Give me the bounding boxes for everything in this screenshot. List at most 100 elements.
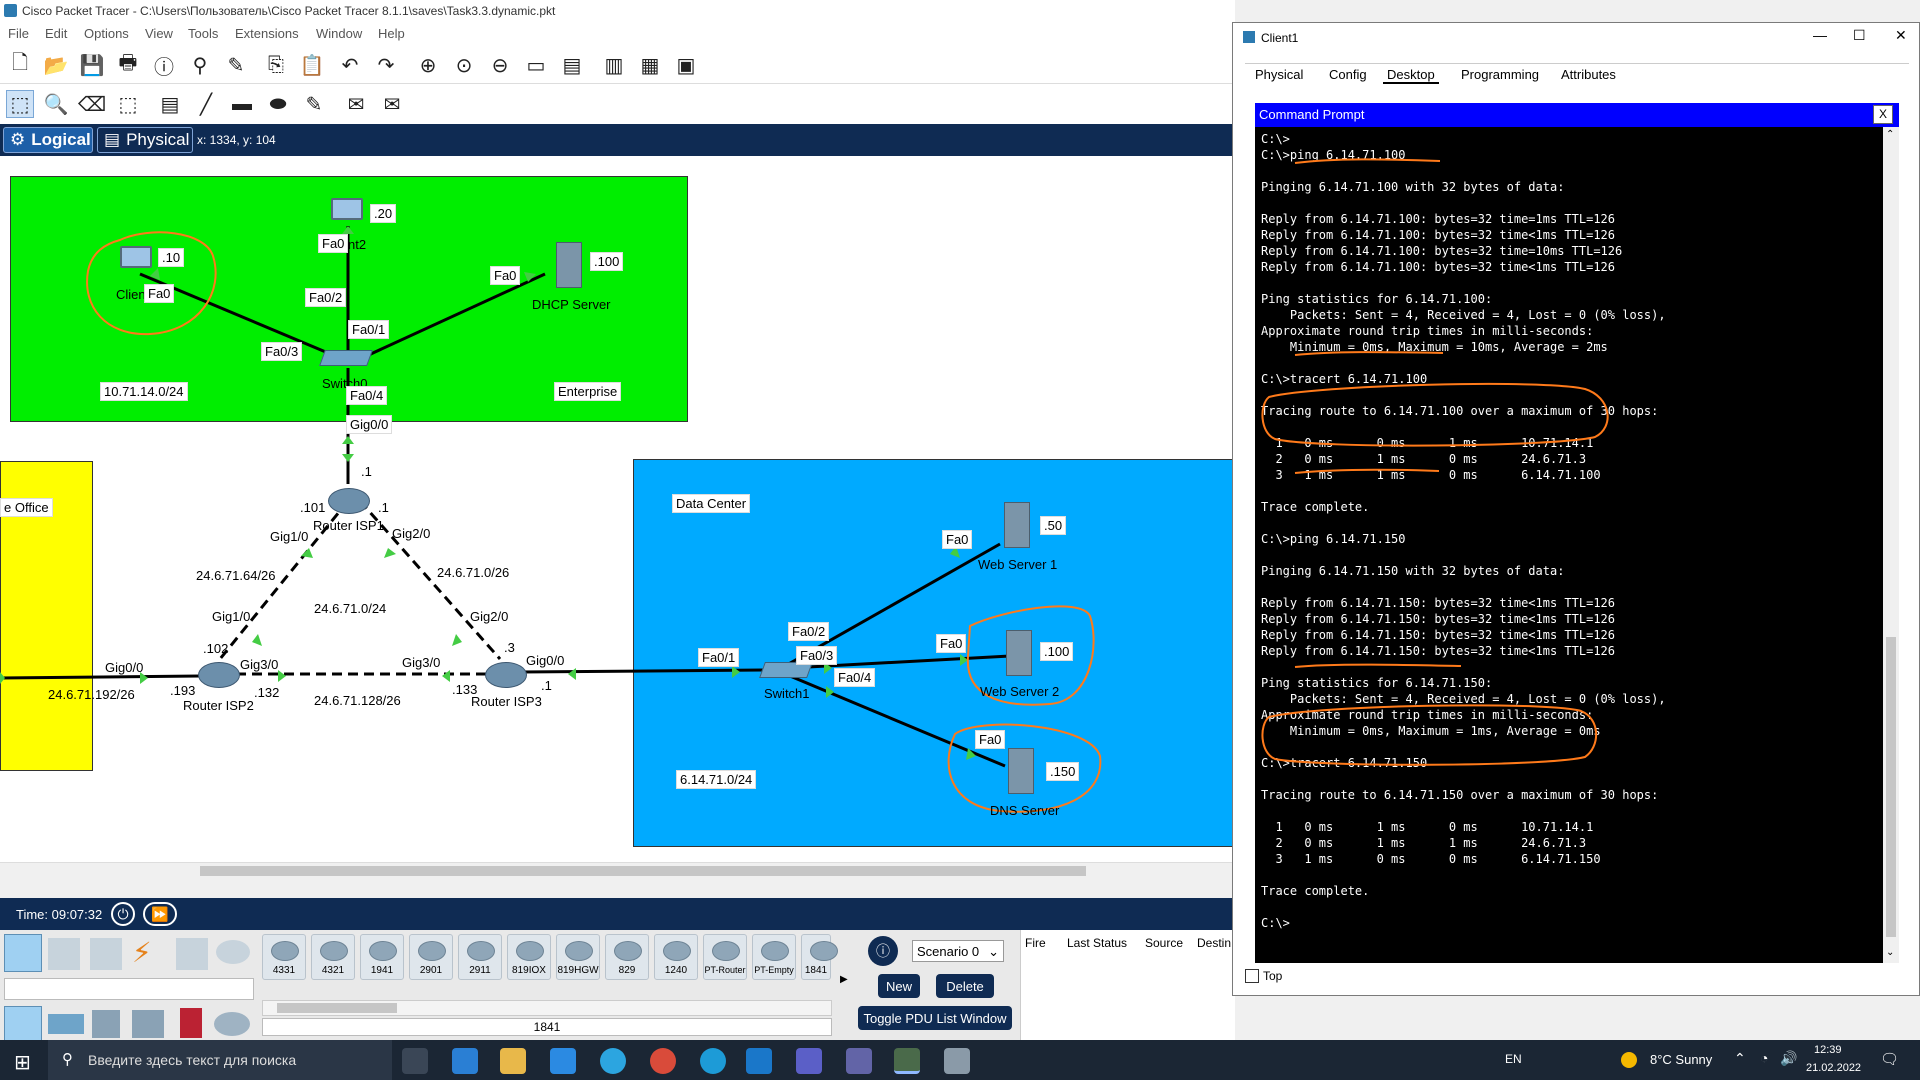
menu-help[interactable]: Help: [378, 26, 405, 41]
teams-alt-icon[interactable]: [846, 1048, 872, 1074]
client2-pc-icon[interactable]: [331, 198, 363, 220]
web-server1-icon[interactable]: [1004, 502, 1030, 548]
delete-scenario-button[interactable]: Delete: [936, 974, 994, 998]
device-2901[interactable]: 2901: [409, 934, 453, 980]
skype-icon[interactable]: [700, 1048, 726, 1074]
open-folder-icon[interactable]: 📂: [42, 51, 70, 79]
freeform-icon[interactable]: ✎: [300, 90, 328, 118]
notifications-icon[interactable]: 🗨: [1880, 1050, 1899, 1068]
device-pt-empty[interactable]: PT-Empty: [752, 934, 796, 980]
tab-programming[interactable]: Programming: [1461, 67, 1539, 82]
device-4331[interactable]: 4331: [262, 934, 306, 980]
device-829[interactable]: 829: [605, 934, 649, 980]
menu-extensions[interactable]: Extensions: [235, 26, 299, 41]
panel-toggle-arrow-icon[interactable]: ▶: [840, 974, 848, 985]
server-icon[interactable]: ▦: [636, 51, 664, 79]
network-tray-icon[interactable]: ◔: [1760, 1050, 1768, 1066]
scenario-select[interactable]: Scenario 0 ⌄: [912, 940, 1004, 962]
logical-workspace[interactable]: .10 Clien Fa0 .20 Fa0 nt2 .100 Fa0 DHCP …: [0, 156, 1235, 878]
category-multiuser-icon[interactable]: [216, 940, 250, 964]
device-1240[interactable]: 1240: [654, 934, 698, 980]
device-4321[interactable]: 4321: [311, 934, 355, 980]
complex-pdu-icon[interactable]: ✉: [378, 90, 406, 118]
menu-edit[interactable]: Edit: [45, 26, 67, 41]
document-icon[interactable]: ▥: [600, 51, 628, 79]
router-isp3-icon[interactable]: [485, 662, 527, 688]
tray-chevron-icon[interactable]: ⌃: [1734, 1050, 1746, 1067]
router-isp2-icon[interactable]: [198, 662, 240, 688]
subcategory-wireless-icon[interactable]: [132, 1010, 164, 1038]
minimize-icon[interactable]: —: [1813, 27, 1827, 43]
menu-options[interactable]: Options: [84, 26, 129, 41]
save-icon[interactable]: 💾: [78, 51, 106, 79]
scroll-up-icon[interactable]: ⌃: [1886, 129, 1894, 140]
command-prompt-close-button[interactable]: X: [1873, 105, 1893, 124]
print-icon[interactable]: 🖶: [114, 51, 142, 79]
menu-window[interactable]: Window: [316, 26, 362, 41]
paint-icon[interactable]: [944, 1048, 970, 1074]
subcategory-wan-emulation-icon[interactable]: [214, 1012, 250, 1036]
new-file-icon[interactable]: 🗋: [6, 51, 34, 79]
select-icon[interactable]: ⬚: [6, 90, 34, 118]
tab-desktop[interactable]: Desktop: [1383, 67, 1439, 84]
clock-time[interactable]: 12:39: [1814, 1044, 1842, 1056]
device-pt-router[interactable]: PT-Router: [703, 934, 747, 980]
paste-icon[interactable]: 📋: [298, 51, 326, 79]
switch0-icon[interactable]: [319, 350, 373, 366]
category-network-devices-icon[interactable]: [4, 934, 42, 972]
router-isp1-icon[interactable]: [328, 488, 370, 514]
chrome-icon[interactable]: [650, 1048, 676, 1074]
clock-date[interactable]: 21.02.2022: [1806, 1062, 1861, 1074]
client1-pc-icon[interactable]: [120, 246, 152, 268]
toggle-pdu-list-button[interactable]: Toggle PDU List Window: [858, 1006, 1012, 1030]
tab-physical[interactable]: Physical: [1255, 67, 1303, 82]
windows-start-icon[interactable]: ⊞: [14, 1050, 31, 1075]
telegram-icon[interactable]: [600, 1048, 626, 1074]
store-icon[interactable]: [550, 1048, 576, 1074]
device-h-scroll-thumb[interactable]: [277, 1003, 397, 1013]
volume-icon[interactable]: 🔊: [1780, 1050, 1797, 1067]
dhcp-server-icon[interactable]: [556, 242, 582, 288]
menu-file[interactable]: File: [8, 26, 29, 41]
zoom-in-icon[interactable]: ⊕: [414, 51, 442, 79]
delete-icon[interactable]: ⌫: [78, 90, 106, 118]
subcategory-security-icon[interactable]: [180, 1008, 202, 1038]
weather-text[interactable]: 8°C Sunny: [1650, 1052, 1712, 1067]
device-1841[interactable]: 1841: [801, 934, 838, 980]
zoom-reset-icon[interactable]: ⊙: [450, 51, 478, 79]
subcategory-switches-icon[interactable]: [48, 1014, 84, 1034]
device-819hgw[interactable]: 819HGW: [556, 934, 600, 980]
web-server2-icon[interactable]: [1006, 630, 1032, 676]
simple-pdu-icon[interactable]: ✉: [342, 90, 370, 118]
command-prompt-terminal[interactable]: C:\> C:\>ping 6.14.71.100 Pinging 6.14.7…: [1255, 127, 1899, 963]
tab-attributes[interactable]: Attributes: [1561, 67, 1616, 82]
mail-icon[interactable]: [452, 1048, 478, 1074]
device-h-scrollbar[interactable]: [262, 1000, 832, 1016]
physical-view-button[interactable]: ▤ Physical: [97, 127, 193, 153]
language-indicator[interactable]: EN: [1505, 1052, 1522, 1066]
drawing-palette-icon[interactable]: ▭: [522, 51, 550, 79]
subcategory-routers-icon[interactable]: [4, 1006, 42, 1044]
power-cycle-icon[interactable]: ⏻: [111, 902, 135, 926]
new-scenario-button[interactable]: New: [878, 974, 920, 998]
tab-config[interactable]: Config: [1329, 67, 1367, 82]
taskbar-search-box[interactable]: ⚲ Введите здесь текст для поиска: [48, 1040, 392, 1080]
file-explorer-icon[interactable]: [500, 1048, 526, 1074]
activity-wizard-icon[interactable]: ✎: [222, 51, 250, 79]
canvas-h-scrollbar[interactable]: [0, 862, 1235, 878]
logical-view-button[interactable]: ⚙ Logical: [3, 127, 93, 153]
task-view-icon[interactable]: [402, 1048, 428, 1074]
zoom-out-icon[interactable]: ⊖: [486, 51, 514, 79]
category-end-devices-icon[interactable]: [48, 938, 80, 970]
category-components-icon[interactable]: [90, 938, 122, 970]
terminal-v-scrollbar[interactable]: ⌃ ⌄: [1883, 127, 1899, 963]
menu-view[interactable]: View: [145, 26, 173, 41]
maximize-icon[interactable]: ☐: [1853, 27, 1866, 44]
dns-server-icon[interactable]: [1008, 748, 1034, 794]
custom-devices-icon[interactable]: ▤: [558, 51, 586, 79]
teams-icon[interactable]: [796, 1048, 822, 1074]
network-icon[interactable]: ⚲: [186, 51, 214, 79]
canvas-h-scroll-thumb[interactable]: [200, 866, 1086, 876]
info-icon[interactable]: ⓘ: [150, 51, 178, 79]
ellipse-icon[interactable]: ⬬: [264, 90, 292, 118]
